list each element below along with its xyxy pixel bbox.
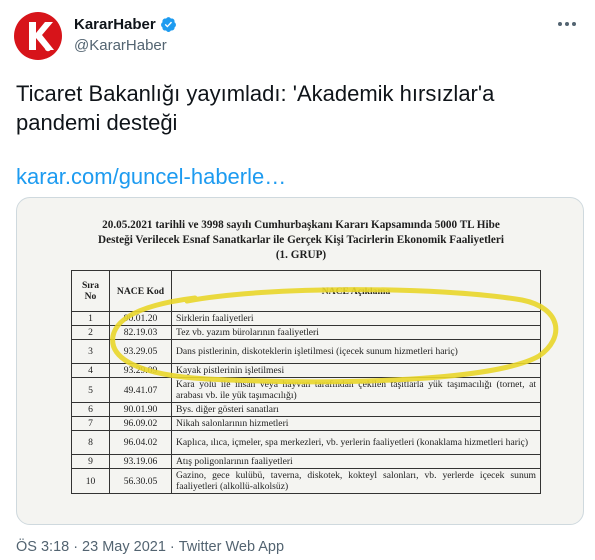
more-options-button[interactable] [555,14,579,34]
table-row: 6 90.01.90 Bys. diğer gösteri sanatları [71,402,541,417]
cell-aciklama: Dans pistlerinin, diskoteklerin işletilm… [171,339,541,364]
cell-kod: 93.19.06 [109,454,172,469]
header-sira: Sıra No [71,270,110,312]
cell-sira: 4 [71,363,110,378]
table-row: 2 82.19.03 Tez vb. yazım bürolarının faali… [71,325,541,340]
kararhaber-logo-icon [29,22,54,52]
table-row: 3 93.29.05 Dans pistlerinin, diskoteklerin… [71,339,541,364]
cell-sira: 10 [71,468,110,494]
meta-separator: · [169,539,175,555]
tweet-text: Ticaret Bakanlığı yayımladı: 'Akademik h… [16,81,495,135]
cell-kod: 90.01.20 [109,311,172,326]
verified-badge-icon [160,17,176,32]
cell-kod: 90.01.90 [109,402,172,417]
tweet-time[interactable]: ÖS 3:18 [16,539,69,555]
cell-sira: 2 [71,325,110,340]
cell-aciklama: Sirklerin faaliyetleri [171,311,541,326]
author-handle[interactable]: @KararHaber [74,37,167,54]
cell-kod: 93.29.09 [109,363,172,378]
cell-kod: 96.04.02 [109,430,172,455]
cell-aciklama: Bys. diğer gösteri sanatları [171,402,541,417]
cell-kod: 93.29.05 [109,339,172,364]
cell-sira: 8 [71,430,110,455]
table-row: 7 96.09.02 Nikah salonlarının hizmetleri [71,416,541,431]
cell-aciklama: Kaplıca, ılıca, içmeler, spa merkezleri,… [171,430,541,455]
table-row: 5 49.41.07 Kara yolu ile insan veya hayvan… [71,377,541,403]
tweet-image[interactable]: 20.05.2021 tarihli ve 3998 sayılı Cumhur… [16,197,584,525]
tweet-link[interactable]: karar.com/guncel-haberle… [16,164,286,190]
more-horizontal-icon [558,22,562,26]
cell-sira: 3 [71,339,110,364]
table-row: 1 90.01.20 Sirklerin faaliyetleri [71,311,541,326]
cell-kod: 96.09.02 [109,416,172,431]
cell-aciklama: Nikah salonlarının hizmetleri [171,416,541,431]
table-row: 10 56.30.05 Gazino, gece kulübü, taverna, … [71,468,541,494]
cell-kod: 56.30.05 [109,468,172,494]
tweet-meta: ÖS 3:18 · 23 May 2021 · Twitter Web App [16,539,284,555]
header-nace-kod: NACE Kod [109,270,172,312]
cell-sira: 5 [71,377,110,403]
cell-aciklama: Kara yolu ile insan veya hayvan tarafınd… [171,377,541,403]
cell-aciklama: Kayak pistlerinin işletilmesi [171,363,541,378]
cell-sira: 9 [71,454,110,469]
cell-kod: 82.19.03 [109,325,172,340]
cell-sira: 6 [71,402,110,417]
table-row: 4 93.29.09 Kayak pistlerinin işletilmesi [71,363,541,378]
table-row: 9 93.19.06 Atış poligonlarının faaliyetler… [71,454,541,469]
cell-aciklama: Atış poligonlarının faaliyetleri [171,454,541,469]
cell-aciklama: Gazino, gece kulübü, taverna, diskotek, … [171,468,541,494]
tweet-date[interactable]: 23 May 2021 [82,539,166,555]
table-row: 8 96.04.02 Kaplıca, ılıca, içmeler, spa me… [71,430,541,455]
author-display-name[interactable]: KararHaber [74,16,156,33]
cell-aciklama: Tez vb. yazım bürolarının faaliyetleri [171,325,541,340]
cell-kod: 49.41.07 [109,377,172,403]
document-title: 20.05.2021 tarihli ve 3998 sayılı Cumhur… [98,219,504,261]
avatar[interactable] [14,12,62,60]
nace-table: Sıra No NACE Kod NACE Açıklama 1 90.01.20… [71,270,541,494]
author-name-row: KararHaber [74,16,177,33]
header-nace-aciklama: NACE Açıklama [171,270,541,312]
meta-separator: · [73,539,79,555]
cell-sira: 1 [71,311,110,326]
tweet-source[interactable]: Twitter Web App [179,539,284,555]
document-scan: 20.05.2021 tarihli ve 3998 sayılı Cumhur… [17,198,583,524]
cell-sira: 7 [71,416,110,431]
